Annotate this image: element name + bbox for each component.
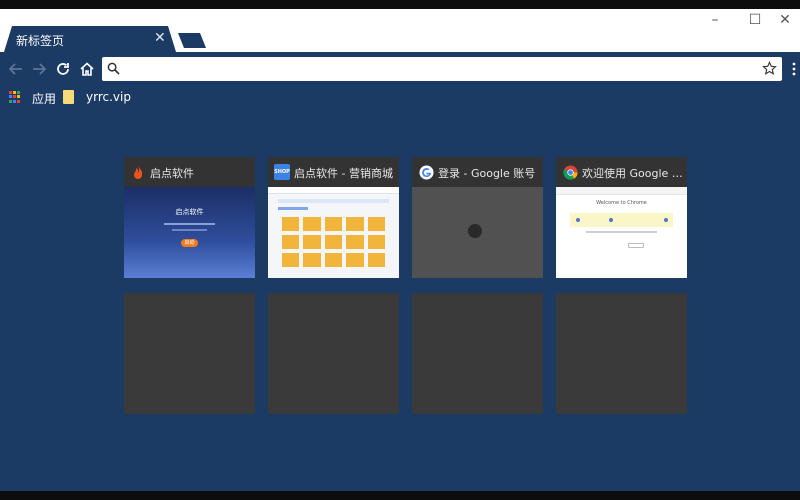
google-g-icon (418, 164, 434, 180)
folder-icon (63, 90, 74, 104)
tile-header: SHOP 启点软件 - 营销商城 (268, 157, 399, 187)
tile-header: 登录 - Google 账号 (412, 157, 543, 187)
tile-title: 启点软件 (150, 167, 194, 180)
chrome-icon (562, 164, 578, 180)
reload-icon[interactable] (52, 58, 74, 80)
back-icon[interactable] (5, 58, 27, 80)
home-icon[interactable] (76, 58, 98, 80)
address-input[interactable] (124, 60, 744, 78)
forward-icon[interactable] (28, 58, 50, 80)
most-visited-tile[interactable]: 登录 - Google 账号 (412, 157, 543, 278)
close-window-button[interactable]: ✕ (770, 9, 800, 31)
thumb-heading: Welcome to Chrome (596, 200, 647, 206)
empty-tile (124, 293, 255, 414)
tab-title: 新标签页 (16, 34, 65, 48)
close-tab-icon[interactable]: ✕ (154, 30, 166, 46)
tile-title: 欢迎使用 Google C... (582, 167, 684, 180)
address-bar[interactable] (102, 57, 782, 81)
top-frame-edge (0, 0, 800, 9)
tile-title: 启点软件 - 营销商城 (294, 167, 393, 180)
shop-logo-icon: SHOP (274, 164, 290, 180)
empty-tile (412, 293, 543, 414)
most-visited-tile[interactable]: SHOP 启点软件 - 营销商城 (268, 157, 399, 278)
tile-thumbnail (412, 187, 543, 278)
empty-tile (556, 293, 687, 414)
flame-icon (130, 164, 146, 180)
maximize-button[interactable]: ☐ (740, 9, 770, 31)
tile-thumbnail (268, 187, 399, 278)
bookmark-apps[interactable]: 应用 (32, 90, 56, 107)
most-visited-tile[interactable]: 启点软件 启点软件 启动 (124, 157, 255, 278)
search-icon (107, 62, 120, 75)
tab-new-tab[interactable]: 新标签页 ✕ (4, 26, 176, 52)
menu-icon[interactable] (790, 58, 798, 80)
thumb-button: 启动 (181, 239, 198, 247)
most-visited-tile[interactable]: 欢迎使用 Google C... Welcome to Chrome (556, 157, 687, 278)
tile-header: 欢迎使用 Google C... (556, 157, 687, 187)
bookmark-star-icon[interactable] (762, 61, 777, 76)
thumb-heading: 启点软件 (175, 208, 204, 216)
apps-icon[interactable] (9, 91, 21, 103)
loading-dot (468, 224, 482, 238)
tile-thumbnail: 启点软件 启动 (124, 187, 255, 278)
tile-title: 登录 - Google 账号 (438, 167, 536, 180)
bookmark-yrrc[interactable]: yrrc.vip (86, 90, 131, 104)
tile-thumbnail: Welcome to Chrome (556, 187, 687, 278)
minimize-button[interactable]: – (700, 9, 730, 31)
empty-tile (268, 293, 399, 414)
tile-header: 启点软件 (124, 157, 255, 187)
bottom-frame-edge (0, 491, 800, 500)
